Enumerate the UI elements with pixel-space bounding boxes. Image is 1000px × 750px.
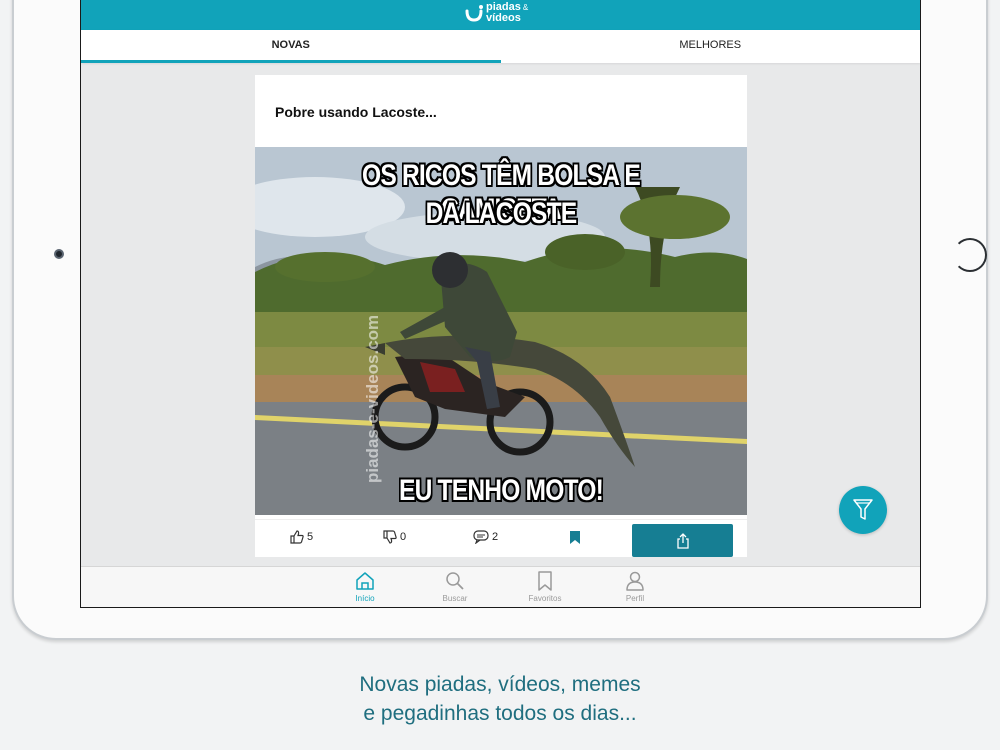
app-logo: piadas & vídeos [464, 2, 529, 24]
comments-button[interactable]: 2 [473, 530, 498, 544]
comment-count: 2 [492, 531, 499, 543]
meme-watermark: piadas-e-videos.com [363, 314, 382, 483]
post-title: Pobre usando Lacoste... [275, 104, 437, 120]
app-screen: piadas & vídeos NOVAS MELHORES Pobre usan… [80, 0, 921, 608]
nav-favoritos[interactable]: Favoritos [515, 571, 575, 603]
share-button[interactable] [632, 524, 733, 557]
nav-perfil-label: Perfil [625, 594, 645, 603]
thumbs-down-icon [383, 530, 397, 544]
like-button[interactable]: 5 [290, 530, 313, 544]
home-icon [356, 572, 374, 590]
logo-ampersand: & [522, 3, 529, 12]
camera-icon [54, 249, 64, 259]
post-actions: 5 0 2 [255, 519, 747, 557]
search-icon [446, 572, 464, 590]
nav-perfil[interactable]: Perfil [605, 571, 665, 603]
like-count: 5 [307, 531, 314, 543]
app-header: piadas & vídeos [81, 0, 920, 30]
nav-favoritos-label: Favoritos [528, 594, 562, 603]
logo-text: piadas & vídeos [486, 2, 529, 24]
logo-word-2: vídeos [486, 12, 521, 24]
post-card: Pobre usando Lacoste... piadas-e-videos.… [255, 75, 747, 557]
filter-icon [853, 499, 873, 520]
meme-caption-bottom: EU TENHO MOTO! [398, 474, 604, 507]
post-image[interactable]: piadas-e-videos.com OS RICOS TÊM BOLSA E… [255, 147, 747, 515]
tab-melhores[interactable]: MELHORES [501, 30, 921, 63]
bookmark-post-button[interactable] [569, 530, 584, 545]
bottom-navigation: Início Buscar Favoritos Perfil [81, 566, 920, 607]
profile-icon [626, 571, 644, 591]
share-icon [676, 532, 689, 549]
comment-icon [473, 530, 489, 544]
meme-caption-top-2: DA LACOSTE [425, 197, 578, 230]
feed-tabs: NOVAS MELHORES [81, 30, 920, 63]
nav-buscar[interactable]: Buscar [425, 571, 485, 603]
dislike-count: 0 [400, 531, 407, 543]
logo-smile-icon [465, 5, 483, 22]
tagline-line-2: e pegadinhas todos os dias... [363, 702, 637, 725]
nav-buscar-label: Buscar [442, 594, 468, 603]
bookmark-icon [570, 531, 580, 544]
tagline-line-1: Novas piadas, vídeos, memes [359, 673, 641, 696]
nav-inicio-label: Início [355, 594, 375, 603]
dislike-button[interactable]: 0 [383, 530, 406, 544]
thumbs-up-icon [290, 530, 304, 544]
nav-inicio[interactable]: Início [335, 571, 395, 603]
home-button[interactable] [953, 238, 987, 272]
bookmark-icon [538, 571, 552, 591]
filter-button[interactable] [839, 486, 887, 534]
tab-novas[interactable]: NOVAS [81, 30, 501, 63]
